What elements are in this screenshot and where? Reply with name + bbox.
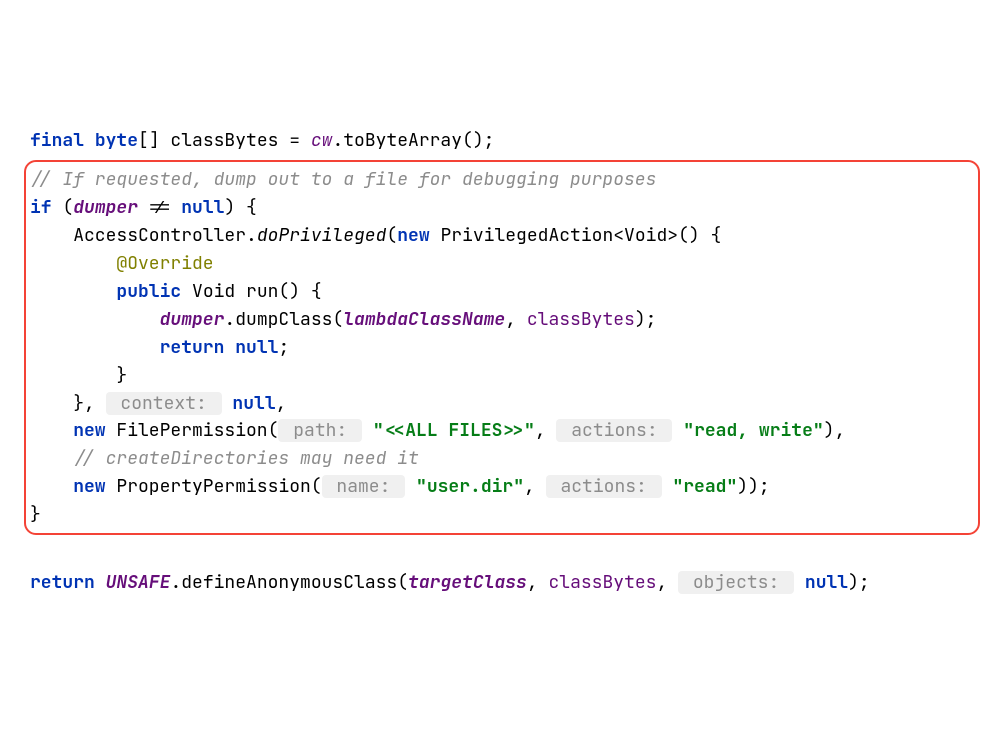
line-7: public Void run() {	[30, 280, 322, 303]
kw-null: null	[232, 392, 275, 415]
line-11: }, context: null,	[30, 392, 286, 415]
param-classbytes: classBytes	[548, 571, 656, 594]
string-rw: "read, write"	[683, 419, 823, 442]
field-unsafe: UNSAFE	[106, 571, 171, 594]
var-decl: classBytes =	[160, 129, 311, 152]
field-dumper: dumper	[160, 308, 225, 331]
inlay-hint-name: name:	[322, 475, 406, 498]
string-read: "read"	[672, 475, 737, 498]
param-classbytes: classBytes	[527, 308, 635, 331]
field-dumper: dumper	[73, 196, 138, 219]
brackets: []	[138, 129, 160, 152]
kw-final: final	[30, 129, 84, 152]
line-8: dumper.dumpClass(lambdaClassName, classB…	[30, 308, 656, 331]
line-14: new PropertyPermission( name: "user.dir"…	[30, 475, 770, 498]
line-6: @Override	[30, 252, 214, 275]
line-15: }	[30, 503, 41, 526]
line-17: return UNSAFE.defineAnonymousClass(targe…	[30, 571, 870, 594]
kw-null: null	[181, 196, 224, 219]
kw-new: new	[397, 224, 429, 247]
highlighted-region: // If requested, dump out to a file for …	[24, 160, 980, 535]
line-5: AccessController.doPrivileged(new Privil…	[30, 224, 721, 247]
line-1: final byte[] classBytes = cw.toByteArray…	[30, 129, 494, 152]
inlay-hint-objects: objects:	[678, 571, 794, 594]
line-12: new FilePermission( path: "<<ALL FILES>>…	[30, 419, 845, 442]
line-9: return null;	[30, 336, 289, 359]
kw-null: null	[235, 336, 278, 359]
line-10: }	[30, 364, 127, 387]
param-lambda: lambdaClassName	[343, 308, 505, 331]
inlay-hint-context: context:	[106, 392, 222, 415]
kw-null: null	[805, 571, 848, 594]
inlay-hint-actions: actions:	[556, 419, 672, 442]
line-4: if (dumper != null) {	[30, 196, 257, 219]
comment: // If requested, dump out to a file for …	[30, 168, 656, 191]
param-targetclass: targetClass	[408, 571, 527, 594]
kw-return: return	[30, 571, 95, 594]
line-3: // If requested, dump out to a file for …	[30, 168, 656, 191]
code-snippet: final byte[] classBytes = cw.toByteArray…	[30, 127, 970, 597]
annotation-override: @Override	[30, 252, 214, 275]
string-userdir: "user.dir"	[416, 475, 524, 498]
kw-public: public	[116, 280, 181, 303]
kw-return: return	[160, 336, 225, 359]
comment: // createDirectories may need it	[30, 447, 419, 470]
kw-if: if	[30, 196, 52, 219]
kw-new: new	[73, 419, 105, 442]
string-allfiles: "<<ALL FILES>>"	[373, 419, 535, 442]
kw-byte: byte	[95, 129, 138, 152]
kw-new: new	[73, 475, 105, 498]
static-method: doPrivileged	[257, 224, 387, 247]
call: .toByteArray();	[332, 129, 494, 152]
field-cw: cw	[311, 129, 333, 152]
line-13: // createDirectories may need it	[30, 447, 419, 470]
inlay-hint-actions: actions:	[546, 475, 662, 498]
inlay-hint-path: path:	[278, 419, 362, 442]
